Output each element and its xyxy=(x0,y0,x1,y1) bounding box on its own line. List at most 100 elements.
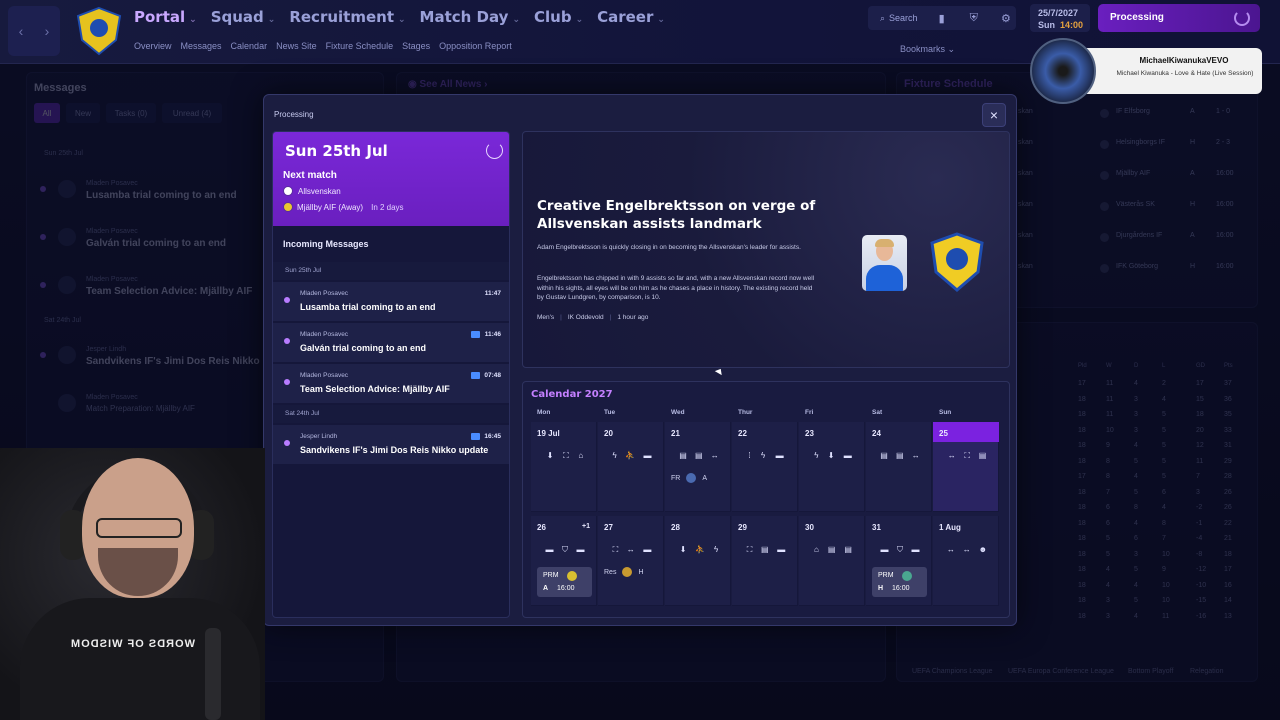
spinner-icon xyxy=(486,142,503,159)
training-session-icon[interactable]: ▤ xyxy=(880,451,888,460)
sub-nav: Overview Messages Calendar News Site Fix… xyxy=(134,41,512,51)
training-session-icon[interactable]: ⬇ xyxy=(828,451,835,460)
more-events-count[interactable]: +1 xyxy=(582,523,590,530)
training-session-icon[interactable]: ▬ xyxy=(881,545,889,555)
training-session-icon[interactable]: ↔ xyxy=(711,451,719,460)
training-session-icon[interactable]: ▤ xyxy=(679,451,687,460)
training-session-icon[interactable]: ▬ xyxy=(912,545,920,555)
message-item[interactable]: Jesper Lindh Sandvikens IF's Jimi Dos Rei… xyxy=(273,425,509,465)
training-session-icon[interactable]: ↔ xyxy=(627,545,635,555)
message-item[interactable]: Mladen Posavec Galván trial coming to an … xyxy=(273,323,509,363)
calendar-day[interactable]: 31 ▬ ⛉ ▬ PRM H 16:00 xyxy=(866,516,932,606)
opponent-crest-icon xyxy=(686,473,697,483)
subnav-messages[interactable]: Messages xyxy=(181,41,222,51)
training-session-icon[interactable]: ϟ xyxy=(714,545,718,554)
subnav-stages[interactable]: Stages xyxy=(402,41,430,51)
game-date[interactable]: 25/7/2027 Sun 14:00 xyxy=(1030,4,1090,32)
nav-career[interactable]: Career ⌄ xyxy=(597,8,665,26)
training-session-icon[interactable]: ⛶ xyxy=(613,545,619,555)
bookmarks-dropdown[interactable]: Bookmarks ⌄ xyxy=(900,44,955,55)
nav-club[interactable]: Club ⌄ xyxy=(534,8,583,26)
club-crest-icon[interactable] xyxy=(74,6,124,56)
training-session-icon[interactable]: ↔ xyxy=(912,451,920,460)
message-sender: Mladen Posavec xyxy=(300,372,349,379)
training-session-icon[interactable]: ↔ xyxy=(947,545,955,554)
search-icon: ⌕ xyxy=(880,12,886,23)
next-match-card[interactable]: Sun 25th Jul Next match Allsvenskan Mjäl… xyxy=(273,132,509,226)
training-session-icon[interactable]: ▤ xyxy=(979,451,987,461)
calendar-day[interactable]: 20 ϟ ⛹ ▬ xyxy=(598,422,664,512)
calendar-day[interactable]: 19 Jul ⬇ ⛶ ⌂ xyxy=(531,422,597,512)
training-session-icon[interactable]: ⬇ xyxy=(680,545,687,554)
training-session-icon[interactable]: ▬ xyxy=(644,451,652,460)
training-session-icon[interactable]: ▤ xyxy=(896,451,904,460)
incoming-messages-title: Incoming Messages xyxy=(283,239,369,249)
training-session-icon[interactable]: ⛹ xyxy=(625,451,635,460)
match-chip[interactable]: PRM H 16:00 xyxy=(872,567,927,597)
calendar-day[interactable]: 30 ⌂ ▤ ▤ xyxy=(799,516,865,606)
training-session-icon[interactable]: ϟ xyxy=(814,451,818,460)
bookmark-icon[interactable]: ▮ xyxy=(932,12,952,25)
training-session-icon[interactable]: ▬ xyxy=(577,545,585,555)
training-session-icon[interactable]: ⌂ xyxy=(578,451,583,461)
date-text: 25/7/2027 xyxy=(1038,8,1079,18)
calendar-day[interactable]: 26 +1 ▬ ⛉ ▬ PRM A 16:00 xyxy=(531,516,597,606)
training-session-icon[interactable]: ⁞ xyxy=(748,451,750,460)
training-session-icon[interactable]: ▬ xyxy=(546,545,554,555)
subnav-fixture-schedule[interactable]: Fixture Schedule xyxy=(326,41,394,51)
training-session-icon[interactable]: ↔ xyxy=(948,451,956,461)
training-session-icon[interactable]: ⛹ xyxy=(695,545,705,554)
shield-icon[interactable]: ⛨ xyxy=(964,12,984,25)
calendar-day[interactable]: 28 ⬇ ⛹ ϟ xyxy=(665,516,731,606)
match-summary[interactable]: Res H xyxy=(604,567,644,577)
news-card[interactable]: Creative Engelbrektsson on verge of Alls… xyxy=(522,131,1010,368)
player-photo[interactable] xyxy=(862,235,907,291)
history-arrows[interactable]: ‹ › xyxy=(8,6,60,56)
training-session-icon[interactable]: ϟ xyxy=(761,451,765,460)
calendar-day[interactable]: 22 ⁞ ϟ ▬ xyxy=(732,422,798,512)
training-session-icon[interactable]: ↔ xyxy=(963,545,971,554)
gear-icon[interactable]: ⚙ xyxy=(996,12,1016,25)
training-session-icon[interactable]: ▬ xyxy=(777,545,785,555)
training-session-icon[interactable]: ▤ xyxy=(695,451,703,460)
forward-arrow-icon[interactable]: › xyxy=(45,23,50,39)
calendar-day[interactable]: 24 ▤ ▤ ↔ xyxy=(866,422,932,512)
training-session-icon[interactable]: ⛉ xyxy=(897,545,903,555)
training-session-icon[interactable]: ▬ xyxy=(643,545,651,555)
calendar-day[interactable]: 27 ⛶ ↔ ▬ Res H xyxy=(598,516,664,606)
training-session-icon[interactable]: ⌂ xyxy=(814,545,819,554)
match-chip[interactable]: PRM A 16:00 xyxy=(537,567,592,597)
training-session-icon[interactable]: ⛶ xyxy=(563,451,569,461)
training-session-icon[interactable]: ☻ xyxy=(979,545,987,554)
training-session-icon[interactable]: ▤ xyxy=(828,545,836,554)
search-input[interactable]: ⌕ Search ▮ ⛨ ⚙ xyxy=(868,6,1016,30)
training-session-icon[interactable]: ⛶ xyxy=(747,545,753,555)
training-session-icon[interactable]: ⛉ xyxy=(562,545,568,555)
subnav-news-site[interactable]: News Site xyxy=(276,41,317,51)
training-session-icon[interactable]: ▤ xyxy=(761,545,769,555)
subnav-calendar[interactable]: Calendar xyxy=(231,41,268,51)
subnav-opposition-report[interactable]: Opposition Report xyxy=(439,41,512,51)
training-session-icon[interactable]: ϟ xyxy=(612,451,616,460)
nav-match-day[interactable]: Match Day ⌄ xyxy=(420,8,520,26)
calendar-day[interactable]: 1 Aug ↔ ↔ ☻ xyxy=(933,516,999,606)
processing-button[interactable]: Processing xyxy=(1098,4,1260,32)
nav-recruitment[interactable]: Recruitment ⌄ xyxy=(289,8,405,26)
close-button[interactable]: × xyxy=(982,103,1006,127)
nav-portal[interactable]: Portal ⌄ xyxy=(134,8,197,26)
message-item[interactable]: Mladen Posavec Team Selection Advice: Mjä… xyxy=(273,364,509,404)
training-session-icon[interactable]: ▬ xyxy=(844,451,852,460)
training-session-icon[interactable]: ▬ xyxy=(776,451,784,460)
training-session-icon[interactable]: ▤ xyxy=(844,545,852,554)
message-item[interactable]: Mladen Posavec Lusamba trial coming to an… xyxy=(273,282,509,322)
calendar-day[interactable]: 21 ▤ ▤ ↔ FR A xyxy=(665,422,731,512)
subnav-overview[interactable]: Overview xyxy=(134,41,172,51)
calendar-day[interactable]: 25 ↔ ⛶ ▤ xyxy=(933,422,999,512)
training-session-icon[interactable]: ⛶ xyxy=(964,451,970,461)
match-summary[interactable]: FR A xyxy=(671,473,707,483)
calendar-day[interactable]: 23 ϟ ⬇ ▬ xyxy=(799,422,865,512)
back-arrow-icon[interactable]: ‹ xyxy=(19,23,24,39)
calendar-day[interactable]: 29 ⛶ ▤ ▬ xyxy=(732,516,798,606)
training-session-icon[interactable]: ⬇ xyxy=(547,451,554,461)
nav-squad[interactable]: Squad ⌄ xyxy=(211,8,276,26)
